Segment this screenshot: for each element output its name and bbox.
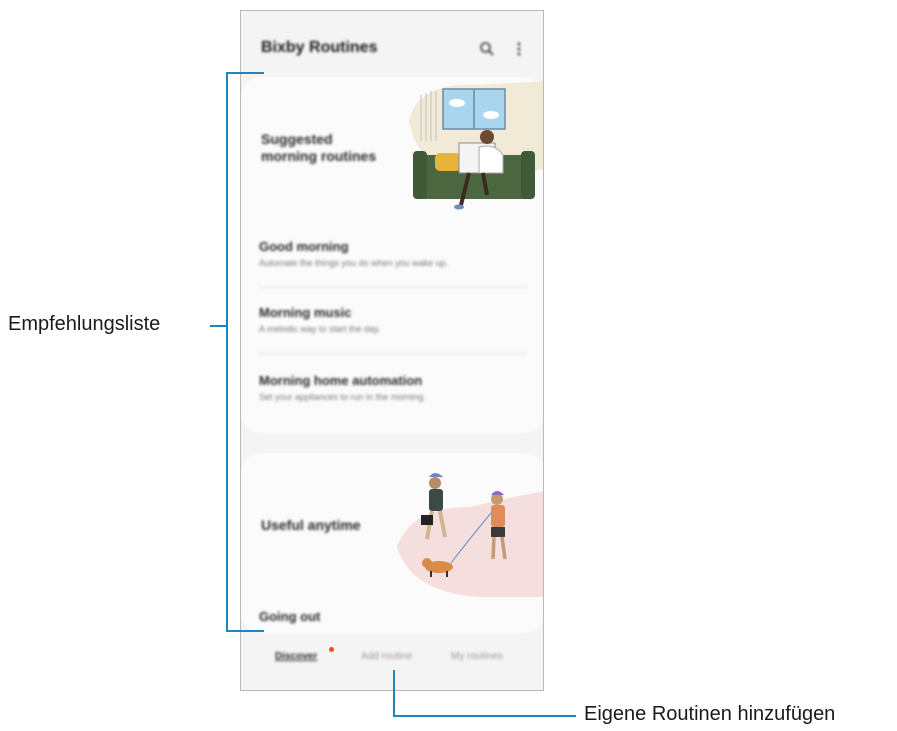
- app-header: Bixby Routines: [241, 11, 543, 77]
- tab-my-routines[interactable]: My routines: [451, 651, 503, 662]
- callout-leader-left: [210, 325, 226, 327]
- list-item-morning-home-automation[interactable]: Morning home automation Set your applian…: [259, 373, 527, 402]
- callout-leader-bottom: [393, 715, 576, 717]
- tab-add-routine[interactable]: Add routine: [361, 651, 412, 662]
- more-vertical-icon[interactable]: [511, 41, 527, 57]
- walking-illustration: [397, 473, 543, 597]
- list-item-title: Morning music: [259, 305, 352, 320]
- list-item-title: Good morning: [259, 239, 349, 254]
- suggested-title-line2: morning routines: [261, 148, 377, 164]
- divider: [259, 353, 527, 354]
- callout-recommendation-list: Empfehlungsliste: [8, 313, 161, 335]
- morning-illustration: [409, 81, 543, 210]
- page-title: Bixby Routines: [261, 39, 378, 56]
- bracket-bottom: [226, 630, 264, 632]
- list-item-going-out[interactable]: Going out: [259, 609, 527, 624]
- suggested-title-line1: Suggested: [261, 131, 333, 147]
- list-item-subtitle: Set your appliances to run in the mornin…: [259, 392, 426, 402]
- list-item-subtitle: A melodic way to start the day.: [259, 324, 381, 334]
- list-item-title: Going out: [259, 609, 321, 624]
- callout-add-own-routines: Eigene Routinen hinzufügen: [584, 703, 836, 725]
- bracket-top: [226, 72, 264, 74]
- list-item-good-morning[interactable]: Good morning Automate the things you do …: [259, 239, 527, 268]
- useful-title: Useful anytime: [261, 517, 361, 533]
- useful-anytime-card: Useful anytime Going out: [241, 453, 543, 633]
- bracket-line: [226, 72, 228, 632]
- callout-leader-vertical: [393, 670, 395, 717]
- list-item-subtitle: Automate the things you do when you wake…: [259, 258, 449, 268]
- search-icon[interactable]: [479, 41, 495, 57]
- notification-dot: [329, 647, 334, 652]
- suggested-routines-card: Suggested morning routines Good morning …: [241, 77, 543, 433]
- phone-screen: Bixby Routines Suggested morning routine…: [240, 10, 544, 691]
- list-item-title: Morning home automation: [259, 373, 423, 388]
- suggested-title: Suggested morning routines: [261, 131, 376, 165]
- list-item-morning-music[interactable]: Morning music A melodic way to start the…: [259, 305, 527, 334]
- tab-discover[interactable]: Discover: [275, 651, 317, 662]
- divider: [259, 287, 527, 288]
